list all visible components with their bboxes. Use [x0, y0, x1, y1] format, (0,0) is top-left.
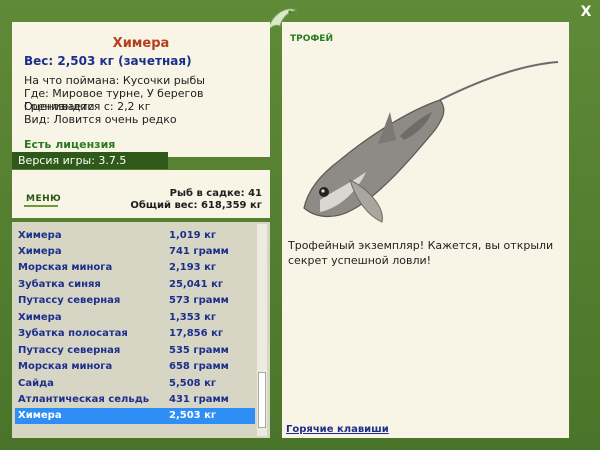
menu-button[interactable]: МЕНЮ [26, 194, 61, 204]
stats-panel: МЕНЮ Рыб в садке: 41 Общий вес: 618,359 … [12, 170, 270, 218]
menu-underline [24, 205, 58, 207]
list-item[interactable]: Химера 1,353 кг [15, 310, 255, 326]
list-item[interactable]: Атлантическая сельдь 431 грамм [15, 392, 255, 408]
catch-list: Химера 1,019 кг Химера 741 грамм Морская м… [12, 222, 270, 438]
catch-info-panel: Химера Вес: 2,503 кг (зачетная) На что п… [12, 22, 270, 157]
list-item[interactable]: Морская минога 2,193 кг [15, 260, 255, 276]
list-item[interactable]: Зубатка синяя 25,041 кг [15, 277, 255, 293]
bait-detail: На что поймана: Кусочки рыбы [24, 74, 205, 87]
license-label: Есть лицензия [24, 138, 116, 151]
total-weight: Общий вес: 618,359 кг [130, 200, 262, 211]
fish-weight: Вес: 2,503 кг (зачетная) [24, 54, 192, 68]
close-button[interactable]: X [578, 4, 594, 20]
game-window: X Химера Вес: 2,503 кг (зачетная) На что… [0, 0, 600, 450]
rarity-detail: Вид: Ловится очень редко [24, 113, 177, 126]
list-item[interactable]: Зубатка полосатая 17,856 кг [15, 326, 255, 342]
trophy-panel: ТРОФЕЙ Трофейный экземпляр! Кажется, вы … [282, 22, 569, 438]
rating-detail: Оценивается с: 2,2 кг [24, 100, 151, 113]
fish-count: Рыб в садке: 41 [169, 188, 262, 199]
version-label: Версия игры: 3.7.5 [12, 152, 168, 169]
list-item[interactable]: Сайда 5,508 кг [15, 376, 255, 392]
list-item[interactable]: Морская минога 658 грамм [15, 359, 255, 375]
list-item[interactable]: Химера 741 грамм [15, 244, 255, 260]
scrollbar-thumb[interactable] [258, 372, 266, 428]
list-item[interactable]: Химера 1,019 кг [15, 228, 255, 244]
fish-name: Химера [112, 36, 170, 51]
list-scrollbar[interactable] [257, 224, 267, 436]
hotkeys-link[interactable]: Горячие клавиши [286, 424, 389, 435]
list-item[interactable]: Путассу северная 573 грамм [15, 293, 255, 309]
list-item-selected[interactable]: Химера 2,503 кг [15, 408, 255, 424]
trophy-message: Трофейный экземпляр! Кажется, вы открыли… [288, 239, 554, 267]
fish-trophy-image [303, 61, 559, 223]
list-item[interactable]: Путассу северная 535 грамм [15, 343, 255, 359]
